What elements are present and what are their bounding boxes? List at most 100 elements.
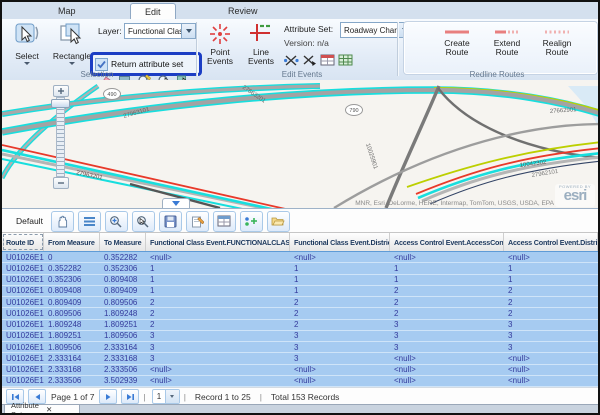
extend-route-button[interactable]: Extend Route [481, 29, 533, 69]
column-header-from-measure[interactable]: From Measure [44, 233, 100, 251]
column-header-ac-district[interactable]: Access Control Event.District [504, 233, 598, 251]
attribute-set-label: Attribute Set: [284, 24, 333, 34]
table-cell: <null> [390, 376, 504, 386]
page-indicator: Page 1 of 7 [51, 392, 94, 402]
attribute-set-dropdown[interactable]: Roadway Characteristics [340, 22, 412, 38]
realign-route-button[interactable]: Realign Route [531, 29, 583, 69]
table-cell: U01026E1 [2, 376, 44, 386]
event-attributes-button[interactable] [319, 52, 336, 68]
tab-edit[interactable]: Edit [130, 3, 176, 20]
last-page-button[interactable] [121, 389, 139, 404]
field-settings-button[interactable] [213, 211, 236, 232]
pan-to-selection-button[interactable] [132, 211, 155, 232]
column-header-to-measure[interactable]: To Measure [100, 233, 146, 251]
zoom-slider-thumb[interactable] [51, 99, 70, 108]
table-cell: 1.809251 [100, 320, 146, 330]
zoom-to-selection-button[interactable] [105, 211, 128, 232]
column-header-functionalclass[interactable]: Functional Class Event.FUNCTIONALCLASS [146, 233, 290, 251]
map-collapse-button[interactable] [162, 198, 190, 208]
zoom-slider-track[interactable] [56, 97, 65, 177]
save-button[interactable] [159, 211, 182, 232]
table-cell: 2 [290, 320, 390, 330]
table-cell: 1 [390, 263, 504, 273]
table-cell: 2 [146, 308, 290, 318]
pan-select-button[interactable] [51, 211, 74, 232]
table-row[interactable]: U01026E10.3523060.8094081111 [2, 275, 598, 286]
group-divider [397, 22, 398, 76]
table-row[interactable]: U01026E10.8094080.8094091122 [2, 286, 598, 297]
return-attribute-set-checkbox[interactable] [95, 58, 108, 71]
zoom-in-button[interactable] [53, 85, 69, 97]
last-page-icon [126, 393, 135, 401]
column-header-route-id[interactable]: Route ID [2, 233, 44, 251]
table-row[interactable]: U01026E11.8092511.8095063333 [2, 331, 598, 342]
tab-review[interactable]: Review [214, 3, 272, 18]
close-icon[interactable]: ✕ [46, 405, 75, 414]
open-layout-button[interactable] [267, 211, 290, 232]
create-route-button[interactable]: Create Route [431, 29, 483, 69]
table-row[interactable]: U01026E12.3335063.502939<null><null><nul… [2, 376, 598, 387]
table-cell: 3 [290, 353, 390, 363]
tab-map[interactable]: Map [44, 3, 90, 18]
table-cell: 2 [290, 308, 390, 318]
split-event-button[interactable] [283, 52, 300, 68]
rectangle-select-button[interactable]: Rectangle [48, 21, 96, 71]
table-body: U01026E100.352282<null><null><null><null… [2, 251, 598, 387]
return-attribute-set-label: Return attribute set [111, 59, 183, 69]
table-row[interactable]: U01026E11.8092481.8092512233 [2, 320, 598, 331]
select-button[interactable]: Select [6, 21, 48, 71]
table-row[interactable]: U01026E10.3522820.3523061111 [2, 263, 598, 274]
merge-event-button[interactable] [301, 52, 318, 68]
layer-dropdown[interactable]: Functional Class [124, 23, 196, 39]
table-cell: 1 [504, 263, 598, 273]
footer-tab-bar: Attribute Set ✕ [2, 404, 598, 414]
list-icon [83, 216, 96, 227]
route-shield-490: 490 [104, 89, 121, 100]
redline-routes-panel: Create Route Extend Route Realign Route [404, 22, 597, 74]
table-cell: U01026E1 [2, 297, 44, 307]
table-cell: 0.809409 [100, 286, 146, 296]
edit-records-button[interactable] [186, 211, 209, 232]
attribute-table-button[interactable] [337, 52, 354, 68]
route-label: 27662901 [550, 107, 578, 115]
table-row[interactable]: U01026E12.3331682.333506<null><null><nul… [2, 365, 598, 376]
table-cell: 3 [504, 320, 598, 330]
next-page-button[interactable] [99, 389, 117, 404]
table-row[interactable]: U01026E10.8094090.8095062222 [2, 297, 598, 308]
table-cell: U01026E1 [2, 263, 44, 273]
show-selected-records-button[interactable] [78, 211, 101, 232]
table-icon [217, 215, 231, 227]
table-row[interactable]: U01026E100.352282<null><null><null><null… [2, 251, 598, 263]
related-records-button[interactable] [240, 211, 263, 232]
layout-default-label: Default [16, 216, 43, 226]
rectangle-tool-icon [57, 21, 87, 51]
table-row[interactable]: U01026E11.8095062.3331643333 [2, 342, 598, 353]
table-cell: 0.809409 [44, 297, 100, 307]
column-header-fc-district[interactable]: Functional Class Event.District [290, 233, 390, 251]
page-number-dropdown[interactable]: 1 [152, 389, 180, 404]
table-cell: <null> [504, 252, 598, 262]
chevron-down-icon[interactable] [181, 24, 195, 38]
attribute-set-tab[interactable]: Attribute Set ✕ [4, 405, 80, 415]
table-cell: <null> [290, 365, 390, 375]
column-header-accesscontrol[interactable]: Access Control Event.AccessControl [390, 233, 504, 251]
records-dots-icon [244, 215, 258, 227]
table-cell: 1 [290, 263, 390, 273]
separator: | [143, 392, 145, 402]
table-cell: 2.333164 [100, 342, 146, 352]
point-events-button[interactable]: Point Events [201, 21, 239, 71]
table-cell: 2 [290, 297, 390, 307]
table-row[interactable]: U01026E12.3331642.33316833<null><null> [2, 353, 598, 364]
previous-page-icon [34, 393, 41, 401]
zoom-out-button[interactable] [53, 177, 69, 189]
chevron-down-icon[interactable] [165, 390, 179, 403]
map-view[interactable]: 490 790 27663201 27963101 27662901 10025… [2, 80, 598, 208]
table-cell: <null> [504, 365, 598, 375]
table-row[interactable]: U01026E10.8095061.8092482222 [2, 308, 598, 319]
realign-route-icon [544, 29, 570, 35]
table-cell: <null> [504, 376, 598, 386]
line-events-button[interactable]: Line Events [242, 21, 280, 71]
table-cell: 3 [390, 331, 504, 341]
table-cell: U01026E1 [2, 308, 44, 318]
table-cell: 0.809506 [100, 297, 146, 307]
